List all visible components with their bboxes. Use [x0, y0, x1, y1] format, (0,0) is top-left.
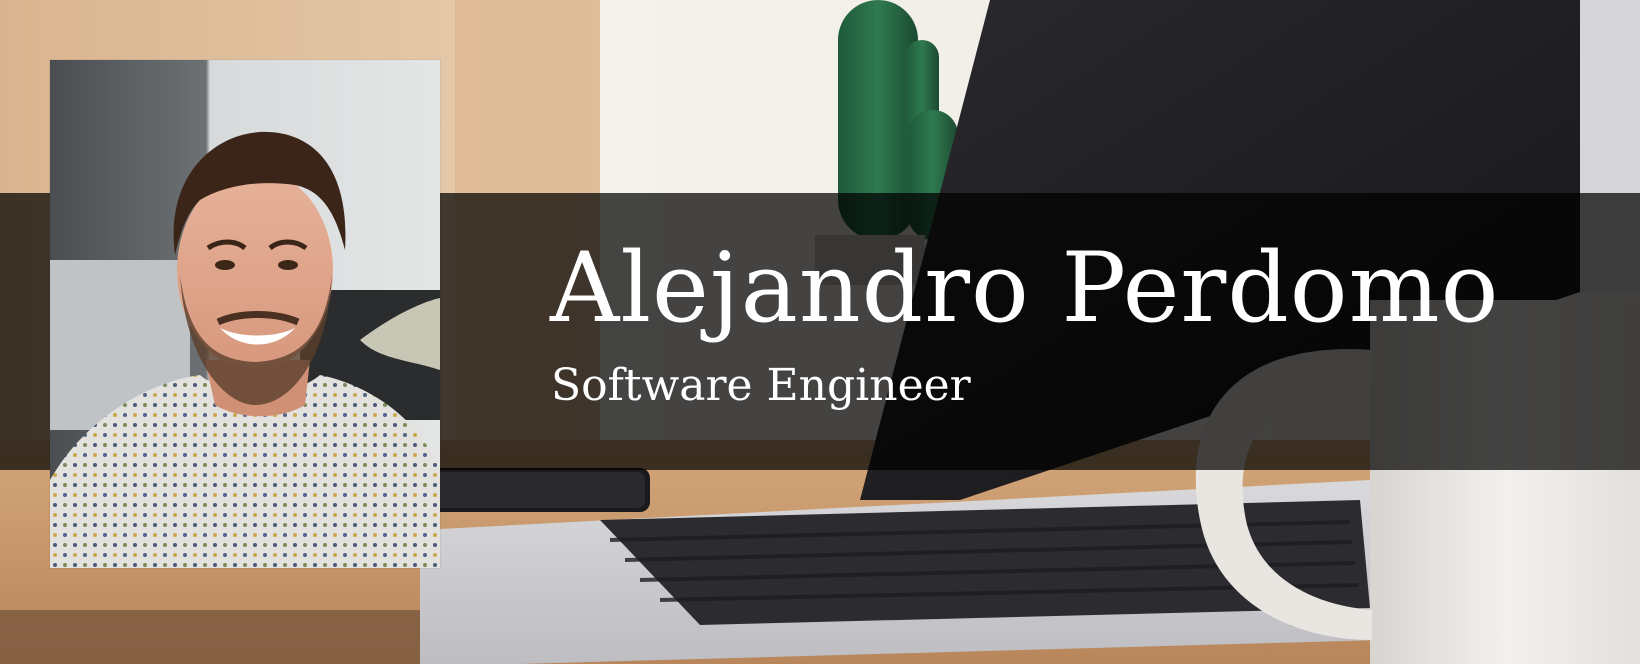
job-title: Software Engineer — [551, 360, 971, 411]
profile-banner: Alejandro Perdomo Software Engineer — [0, 0, 1640, 664]
person-name: Alejandro Perdomo — [550, 232, 1500, 344]
portrait-photo — [50, 60, 440, 568]
